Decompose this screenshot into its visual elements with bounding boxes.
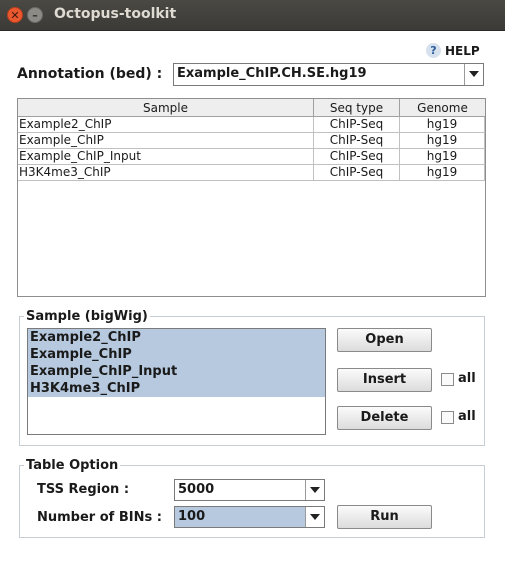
annotation-value: Example_ChIP.CH.SE.hg19 <box>177 66 367 81</box>
tss-region-value: 5000 <box>178 482 215 497</box>
title-bar: ✕ – Octopus-toolkit <box>0 0 505 31</box>
insert-all-checkbox[interactable] <box>441 373 454 386</box>
insert-button[interactable]: Insert <box>337 368 432 392</box>
minimize-icon[interactable]: – <box>27 7 43 23</box>
cell-genome: hg19 <box>400 149 485 165</box>
table-row[interactable]: Example2_ChIP ChIP-Seq hg19 <box>18 117 485 133</box>
annotation-select[interactable]: Example_ChIP.CH.SE.hg19 <box>173 63 484 86</box>
cell-sample: H3K4me3_ChIP <box>18 165 314 181</box>
cell-seq-type: ChIP-Seq <box>314 165 400 181</box>
cell-genome: hg19 <box>400 133 485 149</box>
run-button[interactable]: Run <box>337 505 432 529</box>
list-item[interactable]: Example_ChIP <box>28 346 325 363</box>
cell-sample: Example_ChIP_Input <box>18 149 314 165</box>
delete-all-checkbox[interactable] <box>441 411 454 424</box>
cell-genome: hg19 <box>400 117 485 133</box>
help-label: HELP <box>445 43 480 58</box>
list-item[interactable]: Example_ChIP_Input <box>28 363 325 380</box>
tss-region-select[interactable]: 5000 <box>174 479 325 501</box>
help-button[interactable]: ? HELP <box>426 40 480 58</box>
table-row[interactable]: Example_ChIP ChIP-Seq hg19 <box>18 133 485 149</box>
sample-table[interactable]: Sample Seq type Genome Example2_ChIP ChI… <box>17 98 486 297</box>
chevron-down-icon[interactable] <box>305 507 324 527</box>
cell-sample: Example_ChIP <box>18 133 314 149</box>
cell-sample: Example2_ChIP <box>18 117 314 133</box>
close-icon[interactable]: ✕ <box>7 7 23 23</box>
table-row[interactable]: H3K4me3_ChIP ChIP-Seq hg19 <box>18 165 485 181</box>
column-header-sample[interactable]: Sample <box>18 99 314 117</box>
bigwig-group-title: Sample (bigWig) <box>26 309 148 324</box>
cell-seq-type: ChIP-Seq <box>314 149 400 165</box>
tss-region-label: TSS Region : <box>37 482 130 497</box>
cell-seq-type: ChIP-Seq <box>314 117 400 133</box>
column-header-genome[interactable]: Genome <box>400 99 485 117</box>
cell-genome: hg19 <box>400 165 485 181</box>
table-row[interactable]: Example_ChIP_Input ChIP-Seq hg19 <box>18 149 485 165</box>
table-option-group-title: Table Option <box>26 458 119 473</box>
number-of-bins-select[interactable]: 100 <box>174 506 325 528</box>
bigwig-sample-list[interactable]: Example2_ChIP Example_ChIP Example_ChIP_… <box>27 328 326 435</box>
list-item[interactable]: Example2_ChIP <box>28 329 325 346</box>
chevron-down-icon[interactable] <box>305 480 324 500</box>
list-item[interactable]: H3K4me3_ChIP <box>28 380 325 397</box>
cell-seq-type: ChIP-Seq <box>314 133 400 149</box>
number-of-bins-value: 100 <box>175 507 305 527</box>
help-icon: ? <box>426 43 441 58</box>
delete-all-label: all <box>458 409 476 424</box>
annotation-label: Annotation (bed) : <box>17 66 163 82</box>
column-header-seq-type[interactable]: Seq type <box>314 99 400 117</box>
chevron-down-icon[interactable] <box>464 64 483 85</box>
delete-button[interactable]: Delete <box>337 406 432 430</box>
window-title: Octopus-toolkit <box>54 6 177 22</box>
insert-all-label: all <box>458 371 476 386</box>
open-button[interactable]: Open <box>337 328 432 352</box>
number-of-bins-label: Number of BINs : <box>37 510 162 525</box>
